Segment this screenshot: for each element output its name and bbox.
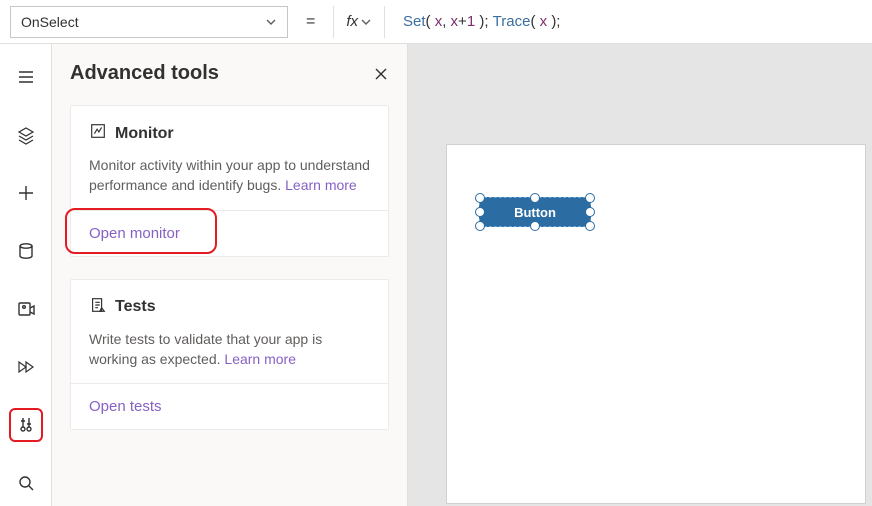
- resize-handle[interactable]: [585, 193, 595, 203]
- formula-token: +: [458, 13, 467, 30]
- formula-token: x: [451, 13, 459, 30]
- tests-icon: [89, 296, 107, 319]
- rail-tree-view[interactable]: [9, 118, 43, 152]
- chevron-down-icon: [360, 16, 372, 28]
- formula-token: Set: [403, 13, 426, 30]
- fx-label: fx: [346, 13, 358, 30]
- rail-data[interactable]: [9, 234, 43, 268]
- formula-token: (: [426, 13, 435, 30]
- formula-token: 1: [467, 13, 480, 30]
- card-action-monitor[interactable]: Open monitor: [71, 210, 388, 256]
- formula-token: ,: [442, 13, 450, 30]
- rail-media[interactable]: [9, 292, 43, 326]
- fx-button[interactable]: fx: [333, 6, 385, 38]
- left-rail: [0, 44, 52, 506]
- tool-card-tests: Tests Write tests to validate that your a…: [70, 279, 389, 431]
- rail-menu[interactable]: [9, 60, 43, 94]
- resize-handle[interactable]: [530, 193, 540, 203]
- canvas-area[interactable]: Button: [408, 44, 872, 506]
- formula-input[interactable]: Set( x, x+1 ); Trace( x );: [393, 13, 560, 30]
- resize-handle[interactable]: [475, 207, 485, 217]
- formula-token: Trace: [493, 13, 531, 30]
- chevron-down-icon: [265, 16, 277, 28]
- media-icon: [16, 299, 36, 319]
- card-title: Monitor: [115, 125, 174, 143]
- card-action-tests[interactable]: Open tests: [71, 383, 388, 429]
- learn-more-link[interactable]: Learn more: [224, 351, 296, 367]
- card-description: Write tests to validate that your app is…: [89, 329, 370, 370]
- formula-token: x: [540, 13, 552, 30]
- formula-token: );: [479, 13, 492, 30]
- search-icon: [16, 473, 36, 493]
- equals-label: =: [296, 13, 325, 31]
- button-label: Button: [514, 205, 556, 220]
- hamburger-icon: [16, 67, 36, 87]
- formula-token: (: [530, 13, 539, 30]
- formula-token: x: [435, 13, 443, 30]
- rail-insert[interactable]: [9, 176, 43, 210]
- plus-icon: [16, 183, 36, 203]
- app-screen[interactable]: Button: [446, 144, 866, 504]
- tools-icon: [16, 415, 36, 435]
- learn-more-link[interactable]: Learn more: [285, 177, 357, 193]
- database-icon: [16, 241, 36, 261]
- resize-handle[interactable]: [585, 221, 595, 231]
- rail-advanced-tools[interactable]: [9, 408, 43, 442]
- formula-bar: OnSelect = fx Set( x, x+1 ); Trace( x );: [0, 0, 872, 44]
- rail-search[interactable]: [9, 466, 43, 500]
- close-icon[interactable]: [373, 66, 389, 82]
- layers-icon: [16, 125, 36, 145]
- resize-handle[interactable]: [585, 207, 595, 217]
- resize-handle[interactable]: [530, 221, 540, 231]
- panel-title: Advanced tools: [70, 62, 219, 85]
- advanced-tools-panel: Advanced tools Monitor Monitor activity w…: [52, 44, 408, 506]
- monitor-icon: [89, 122, 107, 145]
- rail-power-automate[interactable]: [9, 350, 43, 384]
- resize-handle[interactable]: [475, 193, 485, 203]
- formula-token: );: [551, 13, 560, 30]
- property-selector[interactable]: OnSelect: [10, 6, 288, 38]
- flow-icon: [16, 357, 36, 377]
- tool-card-monitor: Monitor Monitor activity within your app …: [70, 105, 389, 257]
- property-selector-value: OnSelect: [21, 14, 79, 30]
- card-description: Monitor activity within your app to unde…: [89, 155, 370, 196]
- card-title: Tests: [115, 298, 156, 316]
- resize-handle[interactable]: [475, 221, 485, 231]
- button-control[interactable]: Button: [479, 197, 591, 227]
